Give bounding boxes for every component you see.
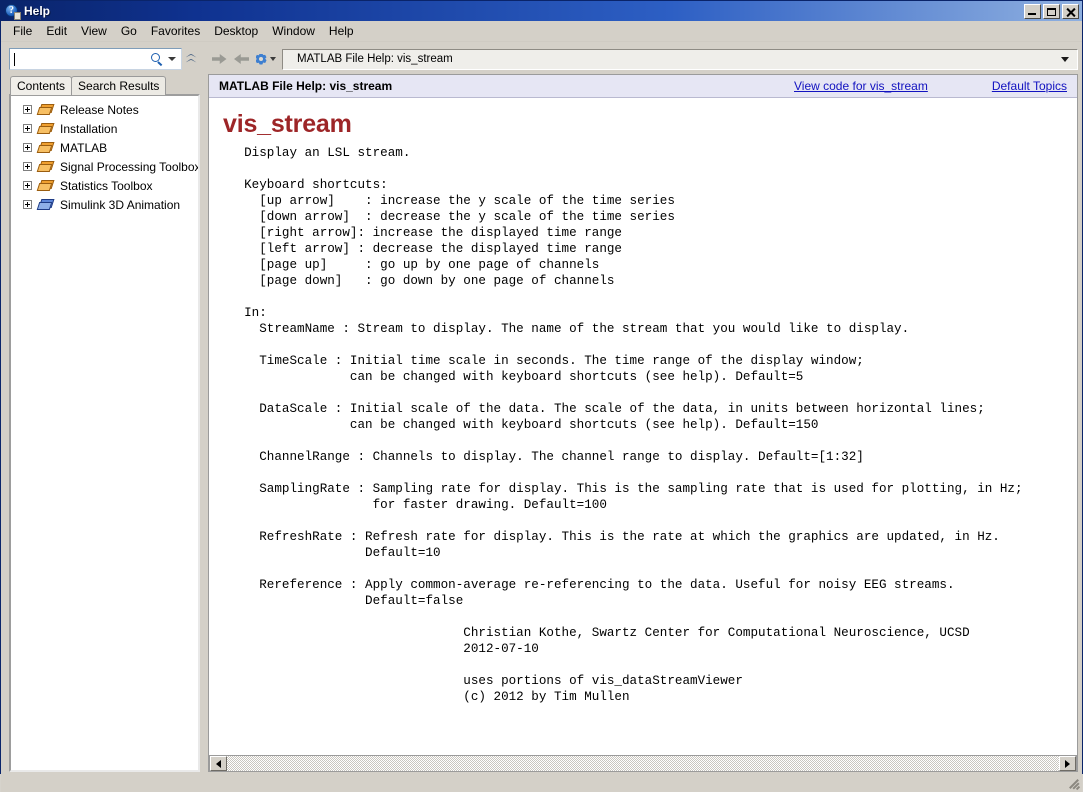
sidebar: Contents Search Results Release Notes In… — [3, 44, 204, 772]
minimize-button[interactable] — [1024, 3, 1041, 19]
page-title: vis_stream — [223, 110, 352, 138]
search-icon[interactable] — [150, 52, 165, 67]
book-icon — [36, 122, 55, 136]
tab-contents[interactable]: Contents — [10, 76, 73, 95]
help-window: ? Help File Edit View Go Favorites Deskt… — [0, 0, 1083, 792]
plus-icon[interactable] — [23, 143, 32, 152]
address-bar[interactable]: MATLAB File Help: vis_stream — [282, 48, 1078, 70]
tree-item-statistics-toolbox[interactable]: Statistics Toolbox — [11, 176, 198, 195]
back-button[interactable] — [208, 48, 230, 70]
document-header-title: MATLAB File Help: vis_stream — [219, 79, 393, 93]
gear-icon — [255, 53, 268, 66]
default-topics-link[interactable]: Default Topics — [992, 79, 1067, 93]
menu-item-view[interactable]: View — [74, 22, 114, 40]
maximize-button[interactable] — [1043, 3, 1060, 19]
menu-item-go[interactable]: Go — [114, 22, 144, 40]
scrollbar-track[interactable] — [227, 756, 1059, 771]
resize-grip[interactable] — [1066, 777, 1081, 791]
tree-item-label: MATLAB — [60, 140, 108, 155]
book-icon — [36, 141, 55, 155]
menu-item-edit[interactable]: Edit — [39, 22, 74, 40]
scroll-right-button[interactable] — [1059, 756, 1076, 771]
settings-button[interactable] — [252, 48, 278, 70]
tree-item-signal-processing-toolbox[interactable]: Signal Processing Toolbox — [11, 157, 198, 176]
help-text: Display an LSL stream. Keyboard shortcut… — [244, 146, 1023, 704]
tree-item-label: Signal Processing Toolbox — [60, 159, 200, 174]
plus-icon[interactable] — [23, 162, 32, 171]
double-chevron-up-icon — [185, 53, 197, 65]
help-question-icon: ? — [4, 3, 21, 20]
tree-item-simulink-3d-animation[interactable]: Simulink 3D Animation — [11, 195, 198, 214]
window-controls — [1024, 3, 1080, 19]
book-icon — [36, 160, 55, 174]
tree-item-label: Simulink 3D Animation — [60, 197, 181, 212]
tab-search-results[interactable]: Search Results — [71, 76, 167, 95]
menu-item-favorites[interactable]: Favorites — [144, 22, 207, 40]
plus-icon[interactable] — [23, 105, 32, 114]
document-header: MATLAB File Help: vis_stream View code f… — [209, 75, 1077, 98]
plus-icon[interactable] — [23, 181, 32, 190]
book-icon — [36, 179, 55, 193]
forward-button[interactable] — [230, 48, 252, 70]
address-value: MATLAB File Help: vis_stream — [297, 53, 453, 65]
book-icon — [36, 103, 55, 117]
tree-item-installation[interactable]: Installation — [11, 119, 198, 138]
main-split: Contents Search Results Release Notes In… — [1, 42, 1082, 772]
search-input[interactable] — [9, 48, 182, 70]
menu-bar: File Edit View Go Favorites Desktop Wind… — [1, 21, 1082, 42]
tree-item-release-notes[interactable]: Release Notes — [11, 100, 198, 119]
window-title: Help — [24, 4, 51, 18]
chevron-down-icon — [269, 57, 276, 61]
collapse-panel-button[interactable] — [182, 48, 200, 70]
arrow-left-icon — [211, 53, 227, 65]
document-view: MATLAB File Help: vis_stream View code f… — [208, 74, 1078, 772]
tree-item-matlab[interactable]: MATLAB — [11, 138, 198, 157]
arrow-right-icon — [1065, 759, 1070, 768]
menu-item-window[interactable]: Window — [265, 22, 322, 40]
menu-item-desktop[interactable]: Desktop — [207, 22, 265, 40]
document-body: vis_stream Display an LSL stream. Keyboa… — [209, 98, 1077, 755]
view-code-link[interactable]: View code for vis_stream — [794, 79, 928, 93]
contents-tree[interactable]: Release Notes Installation MATLAB Signal… — [9, 94, 200, 772]
navigation-toolbar: MATLAB File Help: vis_stream — [208, 47, 1078, 71]
plus-icon[interactable] — [23, 200, 32, 209]
tree-item-label: Statistics Toolbox — [60, 178, 153, 193]
address-chevron-down-icon[interactable] — [1061, 56, 1069, 62]
search-row — [9, 47, 200, 71]
content-panel: MATLAB File Help: vis_stream MATLAB File… — [204, 44, 1080, 772]
search-options-chevron-down-icon[interactable] — [168, 57, 176, 61]
text-caret — [14, 52, 15, 66]
menu-item-file[interactable]: File — [6, 22, 39, 40]
book-icon — [36, 198, 55, 212]
title-bar: ? Help — [1, 1, 1082, 21]
status-bar — [1, 772, 1082, 792]
close-button[interactable] — [1062, 3, 1079, 19]
arrow-right-icon — [234, 53, 249, 65]
scroll-left-button[interactable] — [210, 756, 227, 771]
sidebar-tabs: Contents Search Results — [9, 76, 200, 95]
menu-item-help[interactable]: Help — [322, 22, 361, 40]
tree-item-label: Installation — [60, 121, 118, 136]
tree-item-label: Release Notes — [60, 102, 139, 117]
arrow-left-icon — [216, 759, 221, 768]
horizontal-scrollbar[interactable] — [209, 755, 1077, 772]
plus-icon[interactable] — [23, 124, 32, 133]
